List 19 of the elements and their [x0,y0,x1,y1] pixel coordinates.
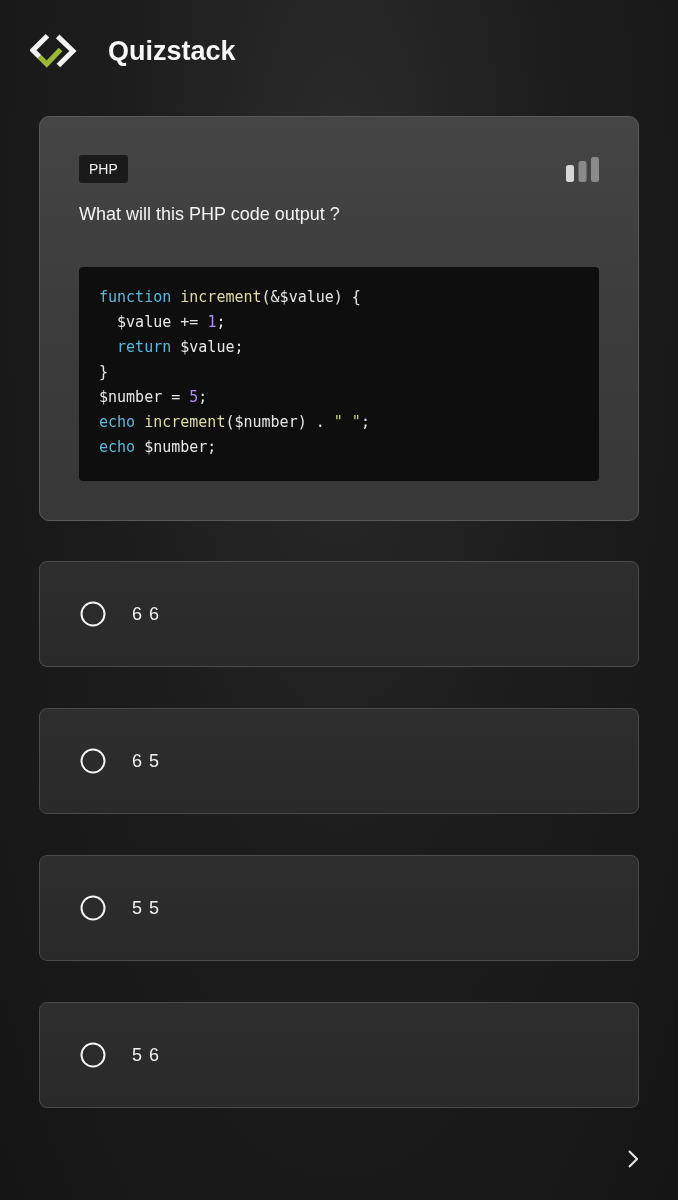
code-line: return $value; [116,337,244,358]
next-button[interactable] [626,1148,640,1170]
code-line: $number = 5; [99,387,208,408]
answer-option[interactable]: 6 6 [39,561,639,667]
code-line: } [99,362,109,383]
question-text: What will this PHP code output ? [79,203,341,226]
code-line: function increment(&$value) { [99,287,361,308]
code-line: $value += 1; [116,312,226,333]
code-line: echo increment($number) . " "; [99,412,370,433]
app-title: Quizstack [108,35,236,67]
radio-icon[interactable] [80,1042,106,1068]
code-line: echo $number; [99,437,217,458]
radio-icon[interactable] [80,748,106,774]
answer-option[interactable]: 6 5 [39,708,639,814]
answer-option[interactable]: 5 5 [39,855,639,961]
radio-icon[interactable] [80,895,106,921]
language-tag: PHP [79,155,128,183]
answer-option[interactable]: 5 6 [39,1002,639,1108]
radio-icon[interactable] [80,601,106,627]
